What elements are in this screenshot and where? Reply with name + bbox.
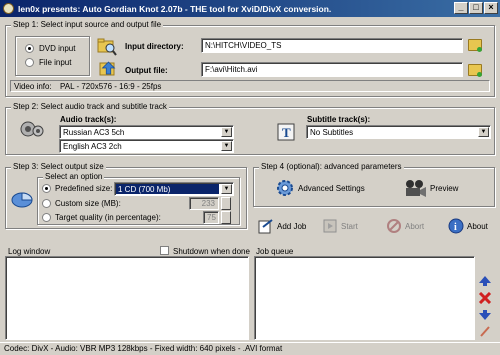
chevron-down-icon[interactable]: ▼ bbox=[221, 141, 232, 151]
file-input-label: File input bbox=[39, 58, 72, 67]
app-icon bbox=[3, 3, 14, 14]
output-file-field[interactable]: F:\avi\Hitch.avi bbox=[201, 62, 463, 77]
shutdown-label: Shutdown when done bbox=[173, 247, 250, 256]
close-button[interactable]: × bbox=[484, 2, 498, 14]
log-window[interactable] bbox=[5, 256, 249, 340]
start-icon bbox=[323, 219, 337, 233]
about-button[interactable]: i About bbox=[448, 218, 488, 234]
video-info-value: PAL - 720x576 - 16:9 - 25fps bbox=[60, 82, 162, 91]
dvd-input-radio[interactable] bbox=[25, 44, 34, 53]
browse-output-button[interactable] bbox=[468, 64, 482, 77]
predefined-size-label: Predefined size: bbox=[55, 184, 113, 193]
edit-job-icon[interactable] bbox=[478, 325, 492, 337]
step3-legend: Step 3: Select output size bbox=[11, 162, 106, 171]
output-file-icon bbox=[99, 61, 116, 76]
target-quality-spinner[interactable] bbox=[221, 211, 231, 224]
dvd-input-label: DVD input bbox=[39, 44, 76, 53]
audio-track1-value: Russian AC3 5ch bbox=[63, 128, 125, 137]
advanced-settings-button[interactable]: Advanced Settings bbox=[275, 178, 365, 198]
preview-label: Preview bbox=[430, 183, 459, 193]
info-icon: i bbox=[448, 218, 464, 234]
subtitle-track-label: Subtitle track(s): bbox=[307, 115, 371, 124]
custom-size-spinner[interactable] bbox=[221, 197, 231, 210]
predefined-size-radio[interactable] bbox=[42, 184, 51, 193]
job-queue-list[interactable] bbox=[254, 256, 475, 340]
minimize-button[interactable]: _ bbox=[454, 2, 468, 14]
log-window-label: Log window bbox=[8, 247, 51, 256]
move-down-icon[interactable] bbox=[478, 309, 492, 321]
add-job-button[interactable]: Add Job bbox=[258, 218, 306, 234]
subtitle-value: No Subtitles bbox=[310, 128, 354, 137]
output-file-label: Output file: bbox=[125, 66, 168, 75]
audio-track-label: Audio track(s): bbox=[60, 115, 117, 124]
status-text: Codec: DivX - Audio: VBR MP3 128kbps - F… bbox=[4, 344, 283, 353]
add-job-icon bbox=[258, 219, 273, 234]
abort-label: Abort bbox=[405, 221, 425, 231]
predefined-size-value: 1 CD (700 Mb) bbox=[118, 185, 171, 194]
advanced-settings-label: Advanced Settings bbox=[298, 183, 365, 193]
target-quality-field[interactable]: 75 bbox=[203, 211, 219, 224]
abort-button[interactable]: Abort bbox=[386, 218, 424, 234]
gear-icon bbox=[277, 180, 293, 196]
input-directory-label: Input directory: bbox=[125, 42, 184, 51]
file-input-radio[interactable] bbox=[25, 58, 34, 67]
step1-legend: Step 1: Select input source and output f… bbox=[11, 20, 164, 29]
custom-size-field[interactable]: 233 bbox=[189, 197, 219, 210]
start-label: Start bbox=[341, 221, 358, 231]
target-quality-radio[interactable] bbox=[42, 213, 51, 222]
delete-job-icon[interactable] bbox=[478, 292, 492, 304]
custom-size-radio[interactable] bbox=[42, 199, 51, 208]
custom-size-label: Custom size (MB): bbox=[55, 199, 121, 208]
input-directory-field[interactable]: N:\HITCH\VIDEO_TS bbox=[201, 38, 463, 53]
svg-text:T: T bbox=[282, 125, 291, 140]
move-up-icon[interactable] bbox=[478, 275, 492, 287]
video-info-label: Video info: bbox=[14, 82, 52, 91]
pie-size-icon bbox=[11, 192, 33, 208]
start-button[interactable]: Start bbox=[322, 218, 358, 234]
subtitle-icon: T bbox=[277, 123, 295, 141]
shutdown-checkbox[interactable] bbox=[160, 246, 169, 255]
chevron-down-icon[interactable]: ▼ bbox=[221, 184, 232, 194]
predefined-size-select[interactable]: 1 CD (700 Mb) ▼ bbox=[114, 182, 234, 196]
audio-track1-select[interactable]: Russian AC3 5ch ▼ bbox=[59, 125, 234, 139]
window-title: len0x presents: Auto Gordian Knot 2.07b … bbox=[18, 3, 332, 14]
chevron-down-icon[interactable]: ▼ bbox=[478, 127, 489, 137]
chevron-down-icon[interactable]: ▼ bbox=[221, 127, 232, 137]
target-quality-label: Target quality (in percentage): bbox=[55, 213, 161, 222]
preview-button[interactable]: Preview bbox=[403, 178, 458, 198]
title-bar[interactable]: len0x presents: Auto Gordian Knot 2.07b … bbox=[0, 0, 500, 17]
size-option-legend: Select an option bbox=[43, 172, 105, 181]
source-type-group bbox=[15, 36, 90, 76]
maximize-button[interactable]: □ bbox=[469, 2, 483, 14]
about-label: About bbox=[467, 221, 488, 231]
add-job-label: Add Job bbox=[277, 221, 307, 231]
step4-legend: Step 4 (optional): advanced parameters bbox=[259, 162, 404, 171]
audio-track2-value: English AC3 2ch bbox=[63, 142, 122, 151]
subtitle-select[interactable]: No Subtitles ▼ bbox=[306, 125, 491, 139]
audio-track2-select[interactable]: English AC3 2ch ▼ bbox=[59, 139, 234, 153]
abort-icon bbox=[387, 219, 401, 233]
folder-search-icon bbox=[97, 38, 117, 56]
step2-legend: Step 2: Select audio track and subtitle … bbox=[11, 102, 169, 111]
browse-input-button[interactable] bbox=[468, 39, 482, 52]
job-queue-label: Job queue bbox=[256, 247, 294, 256]
svg-text:i: i bbox=[454, 222, 457, 233]
projector-icon bbox=[406, 180, 426, 197]
speaker-icon bbox=[20, 121, 44, 137]
